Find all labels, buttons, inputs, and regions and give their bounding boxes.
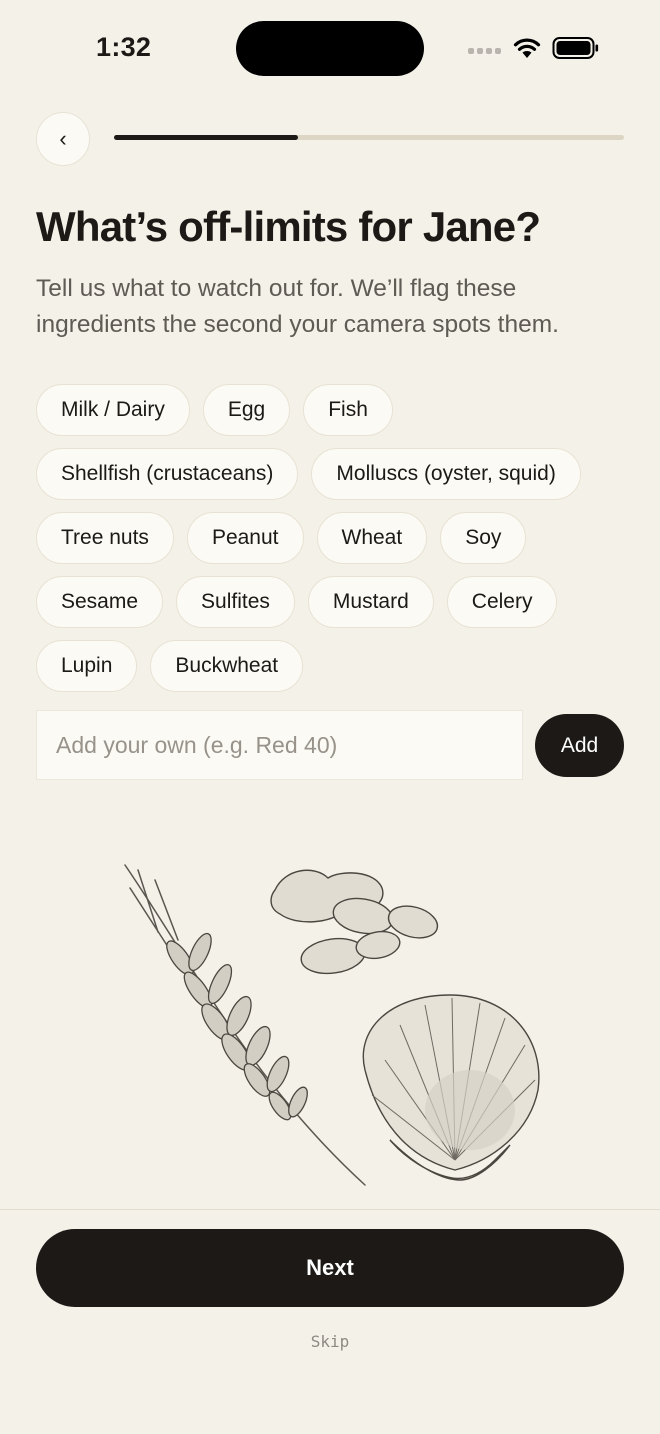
chip-sulfites[interactable]: Sulfites xyxy=(176,576,295,628)
chip-egg[interactable]: Egg xyxy=(202,384,291,436)
signal-icon xyxy=(468,48,502,58)
chip-lupin[interactable]: Lupin xyxy=(36,640,138,692)
status-bar: 1:32 xyxy=(0,0,660,96)
chip-celery[interactable]: Celery xyxy=(446,576,558,628)
custom-allergen-input[interactable] xyxy=(36,710,523,780)
chip-fish[interactable]: Fish xyxy=(303,384,393,436)
allergen-illustration xyxy=(124,864,540,1186)
wifi-icon xyxy=(513,38,541,58)
next-button[interactable]: Next xyxy=(36,1229,624,1307)
page-subtitle: Tell us what to watch out for. We’ll fla… xyxy=(36,275,559,338)
footer-divider xyxy=(0,1209,660,1210)
chip-sesame[interactable]: Sesame xyxy=(36,576,164,628)
dynamic-island xyxy=(236,21,424,76)
chip-mustard[interactable]: Mustard xyxy=(307,576,434,628)
chip-milk-dairy[interactable]: Milk / Dairy xyxy=(36,384,190,436)
chip-shellfish[interactable]: Shellfish (crustaceans) xyxy=(36,448,299,500)
shell-icon xyxy=(362,994,540,1181)
back-button[interactable]: ‹ xyxy=(36,112,90,166)
chip-molluscs[interactable]: Molluscs (oyster, squid) xyxy=(311,448,581,500)
progress-fill xyxy=(114,135,298,140)
chip-wheat[interactable]: Wheat xyxy=(316,512,428,564)
battery-icon xyxy=(552,37,599,59)
chip-buckwheat[interactable]: Buckwheat xyxy=(150,640,304,692)
progress-bar xyxy=(114,135,624,140)
status-time: 1:32 xyxy=(96,32,152,62)
peanut-icon xyxy=(270,869,439,975)
chip-soy[interactable]: Soy xyxy=(440,512,527,564)
allergen-chip-list: Milk / Dairy Egg Fish Shellfish (crustac… xyxy=(36,384,626,692)
page-title: What’s off-limits for Jane? xyxy=(36,203,541,250)
chip-tree-nuts[interactable]: Tree nuts xyxy=(36,512,174,564)
add-button[interactable]: Add xyxy=(535,714,624,777)
chevron-left-icon: ‹ xyxy=(59,126,67,151)
chip-peanut[interactable]: Peanut xyxy=(186,512,304,564)
skip-link[interactable]: Skip xyxy=(0,1332,660,1351)
